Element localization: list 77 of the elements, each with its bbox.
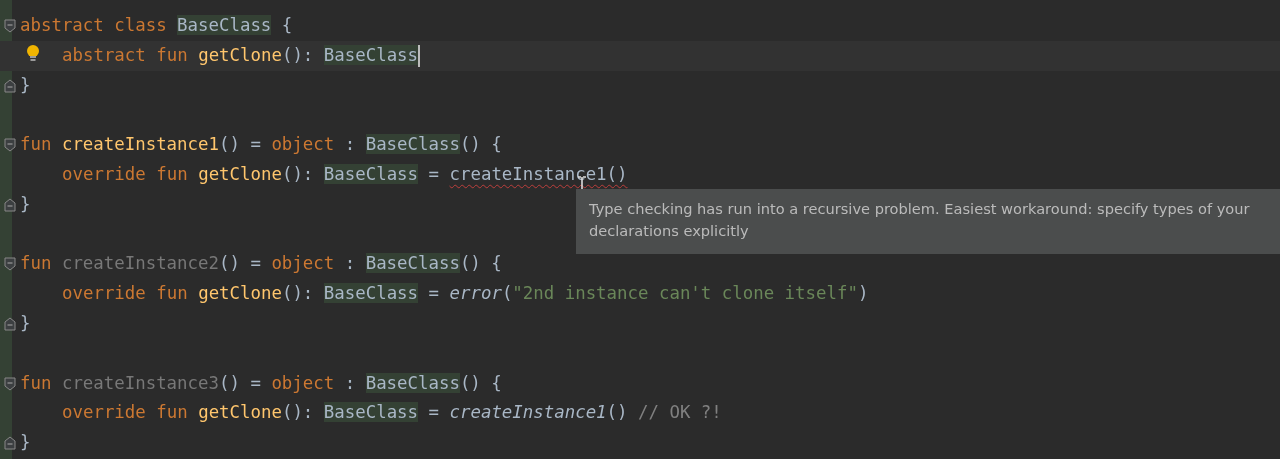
keyword-text: fun xyxy=(156,402,188,423)
code-text: (): xyxy=(281,283,314,304)
fold-end-icon[interactable] xyxy=(4,197,16,212)
keyword-text: class xyxy=(114,15,167,35)
code-text: : xyxy=(344,134,356,155)
function-name: createInstance2 xyxy=(61,253,219,274)
type-name: BaseClass xyxy=(365,134,460,155)
function-call: error xyxy=(449,283,502,304)
code-text: () xyxy=(459,134,481,155)
code-comment: // OK ?! xyxy=(638,402,722,423)
type-name: BaseClass xyxy=(323,164,419,184)
function-name: getClone xyxy=(198,402,282,423)
error-tooltip: Type checking has run into a recursive problem. Easiest workaround: specify types of your declarations explicitly xyxy=(576,189,1280,254)
code-text: { xyxy=(491,372,502,393)
text-caret xyxy=(418,44,421,67)
lightbulb-icon[interactable] xyxy=(26,43,40,64)
keyword-text: fun xyxy=(20,134,52,155)
code-text: { xyxy=(491,253,502,274)
type-name: BaseClass xyxy=(323,44,419,65)
keyword-text: object xyxy=(271,134,335,155)
type-name: BaseClass xyxy=(323,283,419,304)
function-call: createInstance1 xyxy=(449,402,607,423)
function-name: createInstance1 xyxy=(61,134,219,155)
keyword-text: override xyxy=(62,283,146,304)
string-literal: "2nd instance can't clone itself" xyxy=(512,283,858,304)
fold-end-icon[interactable] xyxy=(4,316,16,331)
fold-start-icon[interactable] xyxy=(4,19,16,33)
code-text: = xyxy=(250,253,261,274)
type-name: BaseClass xyxy=(365,253,460,274)
code-text: () xyxy=(218,134,240,155)
keyword-text: abstract xyxy=(20,15,104,35)
function-name: getClone xyxy=(198,283,282,304)
keyword-text: fun xyxy=(156,164,188,184)
function-name: getClone xyxy=(198,164,282,184)
keyword-text: fun xyxy=(20,253,52,274)
code-text: } xyxy=(20,74,31,95)
code-text: = xyxy=(250,372,261,393)
code-text: { xyxy=(491,134,502,155)
keyword-text: fun xyxy=(156,283,188,304)
keyword-text: override xyxy=(62,164,146,184)
code-text: = xyxy=(250,134,261,155)
code-text: } xyxy=(20,312,31,333)
code-text: : xyxy=(344,253,356,274)
keyword-text: object xyxy=(271,372,335,393)
code-text: () xyxy=(459,372,481,393)
code-text: : xyxy=(344,372,356,393)
code-text: } xyxy=(20,193,31,214)
code-text: (): xyxy=(281,402,314,423)
fold-start-icon[interactable] xyxy=(4,376,16,391)
code-text: () xyxy=(218,253,240,274)
fold-end-icon[interactable] xyxy=(4,78,16,93)
code-text: (): xyxy=(281,44,314,65)
code-text: = xyxy=(428,402,440,423)
keyword-text: fun xyxy=(156,44,188,65)
code-text: (): xyxy=(281,164,314,184)
fold-start-icon[interactable] xyxy=(4,138,16,153)
type-name: BaseClass xyxy=(177,15,272,35)
code-text: ) xyxy=(857,283,869,304)
type-name: BaseClass xyxy=(323,402,419,423)
fold-start-icon[interactable] xyxy=(4,257,16,272)
code-text: () xyxy=(218,372,240,393)
code-text: ( xyxy=(501,283,513,304)
keyword-text: abstract xyxy=(62,44,146,65)
keyword-text: object xyxy=(271,253,335,274)
function-name: getClone xyxy=(198,44,282,65)
code-text: () xyxy=(606,402,628,423)
code-text: () xyxy=(459,253,481,274)
keyword-text: fun xyxy=(20,372,52,393)
fold-end-icon[interactable] xyxy=(4,436,16,451)
code-text: { xyxy=(281,15,293,35)
function-call: createInstance1() xyxy=(449,164,628,184)
keyword-text: override xyxy=(62,402,146,423)
code-text: } xyxy=(20,432,31,453)
code-text: = xyxy=(428,164,440,184)
code-text: = xyxy=(428,283,440,304)
function-name: createInstance3 xyxy=(61,372,219,393)
type-name: BaseClass xyxy=(365,372,460,393)
